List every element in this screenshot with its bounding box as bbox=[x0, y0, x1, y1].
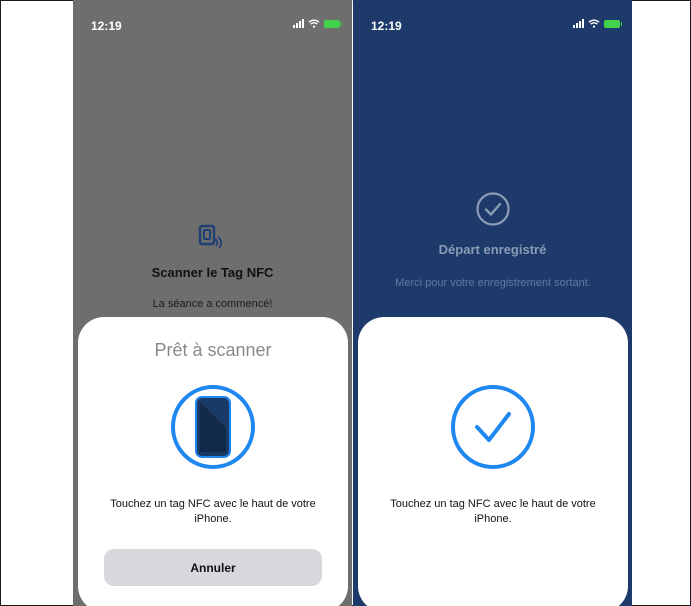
check-circle-icon bbox=[476, 192, 510, 226]
status-icons bbox=[293, 19, 342, 28]
wifi-icon bbox=[308, 19, 320, 28]
battery-charging-icon bbox=[324, 19, 342, 28]
status-time: 12:19 bbox=[371, 19, 402, 33]
scan-title: Scanner le Tag NFC bbox=[151, 265, 274, 280]
status-icons bbox=[573, 19, 622, 28]
phone-screen-scan: 12:19 Scanner le Tag NFC La séance a com… bbox=[73, 0, 352, 606]
phone-scan-icon bbox=[171, 385, 255, 469]
status-time: 12:19 bbox=[91, 19, 122, 33]
cellular-signal-icon bbox=[573, 19, 584, 28]
sheet-title: Prêt à scanner bbox=[154, 340, 272, 360]
scan-subtitle: La séance a commencé! bbox=[152, 298, 273, 310]
cellular-signal-icon bbox=[293, 19, 304, 28]
sheet-message: Touchez un tag NFC avec le haut de votre… bbox=[390, 498, 596, 525]
battery-charging-icon bbox=[604, 19, 622, 28]
sheet-message: Touchez un tag NFC avec le haut de votre… bbox=[110, 498, 316, 525]
nfc-scan-sheet: Prêt à scanner Touchez un tag NFC avec l… bbox=[78, 317, 348, 606]
confirmation-subtitle: Merci pour votre enregistrement sortant. bbox=[395, 277, 591, 289]
nfc-tag-icon bbox=[198, 224, 223, 249]
confirmation-title: Départ enregistré bbox=[438, 242, 547, 257]
wifi-icon bbox=[588, 19, 600, 28]
phone-screen-confirmed: 12:19 Départ enregistré Merci pour votre… bbox=[353, 0, 632, 606]
cancel-button[interactable]: Annuler bbox=[104, 549, 322, 586]
nfc-success-sheet: Touchez un tag NFC avec le haut de votre… bbox=[358, 317, 628, 606]
check-circle-icon bbox=[451, 385, 535, 469]
